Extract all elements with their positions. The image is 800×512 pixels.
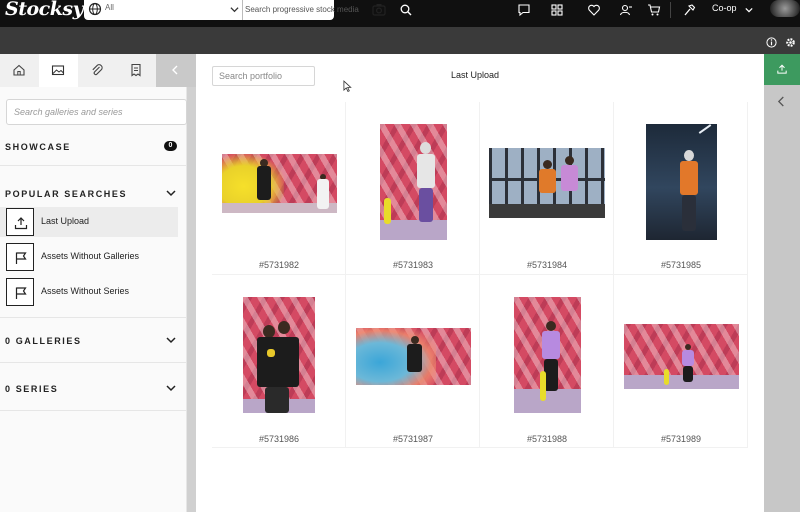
chevron-left-icon <box>172 65 178 75</box>
search-divider <box>242 0 243 20</box>
asset-thumbnail[interactable] <box>222 154 337 213</box>
upload-icon <box>14 217 28 230</box>
image-icon <box>51 65 65 76</box>
asset-thumbnail[interactable] <box>514 297 581 413</box>
showcase-heading[interactable]: SHOWCASE <box>5 142 71 152</box>
asset-id: #5731985 <box>660 260 702 270</box>
divider <box>0 317 187 318</box>
upload-button[interactable] <box>764 54 800 85</box>
avatar[interactable] <box>770 0 800 17</box>
cart-icon[interactable] <box>647 3 661 17</box>
tab-documents[interactable] <box>117 54 156 87</box>
user-icon[interactable] <box>619 3 633 17</box>
global-search-bar: All <box>84 0 418 20</box>
grid-icon[interactable] <box>550 3 564 17</box>
asset-id: #5731984 <box>526 260 568 270</box>
search-submit-button[interactable] <box>394 0 418 20</box>
home-icon <box>13 64 25 76</box>
galleries-heading[interactable]: 0 GALLERIES <box>5 336 82 346</box>
asset-thumbnail[interactable] <box>489 148 605 218</box>
asset-card[interactable]: #5731984 <box>480 102 614 275</box>
popular-search-label: Assets Without Galleries <box>41 251 140 261</box>
asset-thumbnail[interactable] <box>624 324 739 389</box>
portfolio-sidebar: SHOWCASE 0 POPULAR SEARCHES Last Upload … <box>0 54 196 512</box>
globe-icon[interactable] <box>88 2 102 16</box>
asset-card[interactable]: #5731989 <box>614 275 748 448</box>
search-scope-select[interactable]: All <box>105 3 114 12</box>
asset-thumbnail[interactable] <box>380 124 447 240</box>
gallery-search-input[interactable] <box>6 99 187 125</box>
upload-icon-box <box>6 208 34 236</box>
nav-divider <box>670 2 671 18</box>
series-heading[interactable]: 0 SERIES <box>5 384 58 394</box>
asset-thumbnail[interactable] <box>646 124 717 240</box>
chevron-down-icon[interactable] <box>230 5 239 14</box>
chevron-down-icon[interactable] <box>166 335 176 345</box>
popular-search-label: Assets Without Series <box>41 286 130 296</box>
page-title: Last Upload <box>451 70 500 80</box>
divider <box>0 410 187 411</box>
chat-icon[interactable] <box>517 3 531 17</box>
flag-icon-box <box>6 278 34 306</box>
hammer-icon[interactable] <box>682 3 696 17</box>
asset-card[interactable]: #5731988 <box>480 275 614 448</box>
asset-grid: #5731982 #5731983 #5731984 #5731985 #573… <box>212 102 748 448</box>
sidebar-scrollbar[interactable] <box>187 87 196 512</box>
flag-icon <box>15 287 27 299</box>
stocksy-logo[interactable]: Stocksy <box>5 0 84 22</box>
top-navigation: Stocksy All Search progressive stock med… <box>0 0 800 27</box>
asset-id: #5731987 <box>392 434 434 444</box>
sidebar-tabs <box>0 54 196 87</box>
asset-id: #5731982 <box>258 260 300 270</box>
popular-search-last-upload[interactable]: Last Upload <box>0 207 178 237</box>
tab-attachments[interactable] <box>78 54 117 87</box>
asset-card[interactable]: #5731985 <box>614 102 748 275</box>
collapse-sidebar-button[interactable] <box>156 54 196 87</box>
popular-searches-heading[interactable]: POPULAR SEARCHES <box>5 189 127 199</box>
popular-search-assets-without-galleries[interactable]: Assets Without Galleries <box>0 242 178 272</box>
flag-icon <box>15 252 27 264</box>
info-icon[interactable] <box>766 37 777 48</box>
right-panel <box>764 54 800 512</box>
tab-home[interactable] <box>0 54 39 87</box>
asset-card[interactable]: #5731987 <box>346 275 480 448</box>
search-input[interactable] <box>245 2 369 16</box>
gear-icon[interactable] <box>785 37 796 48</box>
upload-icon <box>777 64 787 74</box>
search-icon <box>400 4 412 16</box>
asset-grid-panel: Last Upload #5731982 #57 <box>196 54 764 512</box>
asset-thumbnail[interactable] <box>356 328 471 385</box>
popular-search-label: Last Upload <box>41 216 90 226</box>
document-icon <box>131 63 141 77</box>
divider <box>0 362 187 363</box>
sub-toolbar <box>0 27 800 54</box>
flag-icon-box <box>6 243 34 271</box>
asset-card[interactable]: #5731986 <box>212 275 346 448</box>
asset-id: #5731983 <box>392 260 434 270</box>
asset-id: #5731986 <box>258 434 300 444</box>
mouse-cursor-icon <box>343 80 352 92</box>
divider <box>0 165 187 166</box>
chevron-down-icon[interactable] <box>745 6 753 14</box>
portfolio-search-input[interactable] <box>212 66 315 86</box>
paperclip-icon <box>92 64 103 76</box>
chevron-left-icon[interactable] <box>777 96 786 107</box>
showcase-count-badge: 0 <box>164 141 177 151</box>
asset-thumbnail[interactable] <box>243 297 315 413</box>
popular-search-assets-without-series[interactable]: Assets Without Series <box>0 277 178 307</box>
asset-card[interactable]: #5731982 <box>212 102 346 275</box>
account-menu-label[interactable]: Co-op <box>712 3 737 13</box>
camera-icon[interactable] <box>372 3 386 16</box>
heart-icon[interactable] <box>587 3 601 17</box>
chevron-down-icon[interactable] <box>166 188 176 198</box>
asset-card[interactable]: #5731983 <box>346 102 480 275</box>
chevron-down-icon[interactable] <box>166 383 176 393</box>
asset-id: #5731988 <box>526 434 568 444</box>
asset-id: #5731989 <box>660 434 702 444</box>
tab-images[interactable] <box>39 54 78 87</box>
